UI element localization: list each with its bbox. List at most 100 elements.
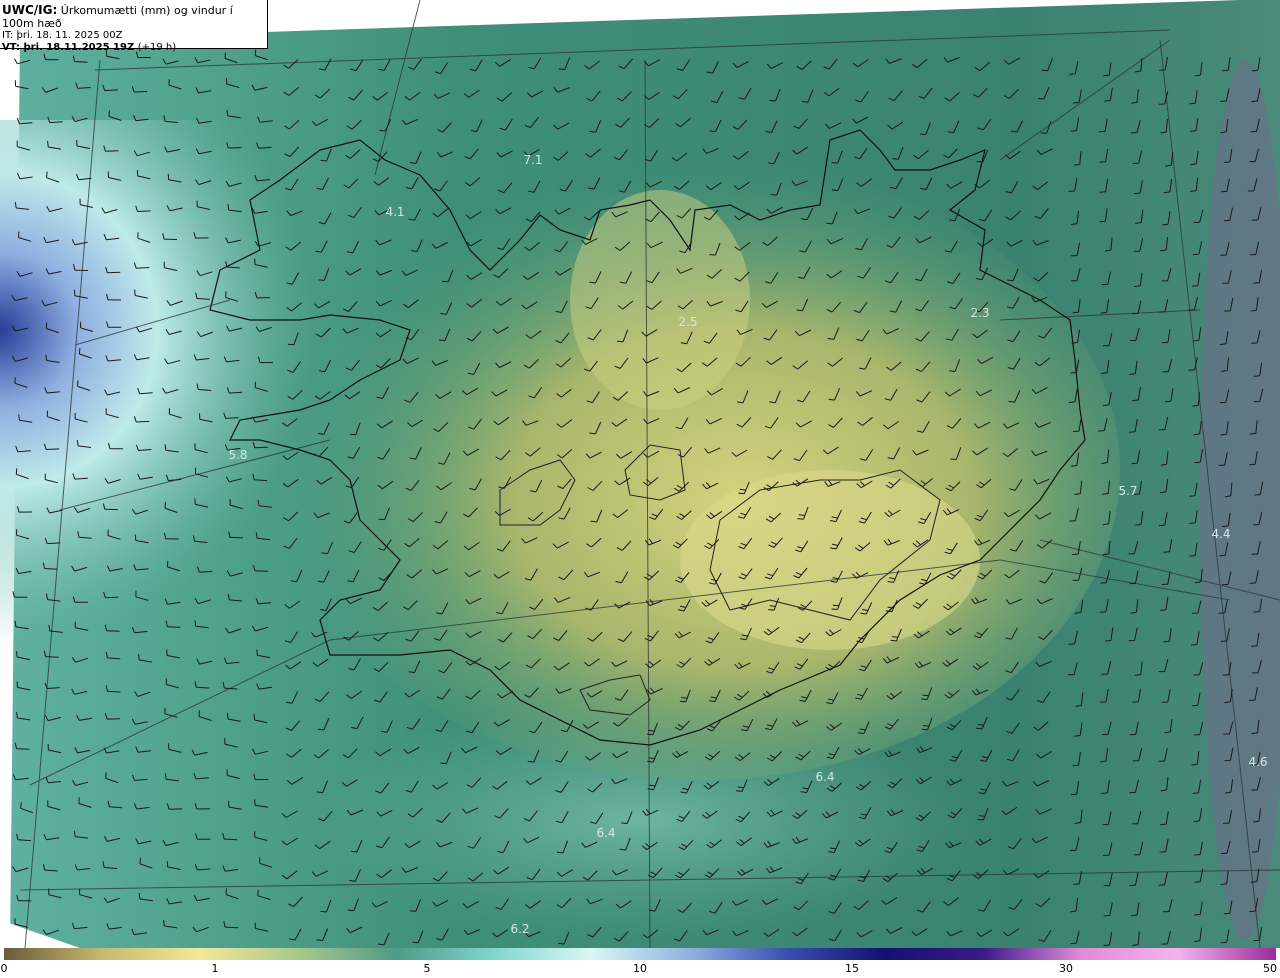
wind-barb-feather [1099,191,1106,193]
wind-barb-feather [1158,524,1165,527]
wind-barb-feather [1101,792,1108,794]
wind-barb-feather [1251,69,1259,72]
wind-barb-feather [349,433,356,436]
wind-barb [46,448,60,450]
wind-barb-feather [226,712,229,720]
wind-barb-feather [1163,191,1170,194]
wind-barb-feather [1194,461,1201,464]
wind-barb-feather [1134,192,1141,195]
wind-barb-feather [1129,582,1136,585]
wind-barb-feather [1248,699,1256,701]
colorbar-tick: 0 [0,962,8,975]
wind-barb-feather [1163,640,1170,643]
wind-barb-feather [254,799,256,806]
wind-barb-feather [831,162,838,164]
wind-barb-feather [1249,463,1256,466]
wind-barb-feather [1164,400,1171,403]
valid-time: þri. 18.11.2025 19Z [23,42,135,53]
wind-barb-feather [442,280,449,283]
wind-barb-feather [1073,102,1080,104]
wind-barb-feather [287,343,294,346]
precip-value-label: 4.4 [1211,527,1231,541]
wind-barb [106,630,120,632]
wind-barb-feather [1100,311,1107,314]
map-title-box: UWC/IG: Úrkomumætti (mm) og vindur í 100… [0,0,268,53]
wind-barb-feather [1072,430,1080,433]
wind-barb-feather [320,159,327,162]
wind-barb [254,446,268,449]
wind-barb [225,926,239,929]
wind-barb-feather [1191,704,1198,707]
wind-barb [105,150,119,152]
wind-barb-feather [1104,639,1112,642]
wind-barb-feather [950,458,957,460]
wind-barb-feather [621,822,628,825]
wind-barb-feather [1253,939,1260,942]
wind-barb-feather [256,649,258,656]
wind-barb-feather [1070,130,1077,132]
wind-barb-feather [1070,372,1077,374]
colorbar-tick: 15 [845,962,859,975]
wind-barb-feather [1159,609,1166,611]
wind-barb-feather [1193,820,1200,822]
wind-barb-feather [617,340,624,343]
wind-barb-feather [18,414,20,421]
lead-time: (+19 h) [137,42,177,53]
wind-barb-feather [1191,285,1198,287]
wind-barb-feather [919,133,926,136]
wind-barb-feather [347,909,354,912]
wind-barb-feather [163,919,165,926]
wind-barb-feather [890,639,897,642]
precipitation-wind-map [0,0,1280,948]
wind-barb-feather [831,608,838,610]
wind-barb-feather [46,171,48,178]
wind-barb-feather [769,99,776,102]
wind-barb-feather [1194,881,1201,883]
wind-barb-feather [1040,132,1047,134]
wind-barb-feather [1099,220,1106,223]
wind-barb-feather [978,815,985,817]
wind-barb-feather [892,158,899,160]
wind-barb-feather [1189,130,1197,132]
wind-barb [224,838,238,841]
map-area: 7.1 4.1 2.3 2.5 5.7 4.4 4.6 6.4 6.4 6.2 … [0,0,1280,948]
wind-barb-feather [921,728,928,731]
wind-barb-feather [977,818,984,821]
wind-barb-feather [320,910,327,913]
wind-barb-feather [921,698,928,700]
wind-barb-feather [1223,912,1230,915]
precip-value-label: 4.1 [385,205,405,219]
wind-barb-feather [1189,495,1196,497]
wind-barb [45,656,59,658]
wind-barb-feather [1190,644,1198,646]
wind-barb-feather [440,762,447,765]
wind-barb [44,568,58,570]
wind-barb-feather [769,605,776,607]
wind-barb-feather [798,514,805,516]
precip-value-label: 2.3 [970,306,990,320]
wind-barb-feather [737,401,744,404]
wind-barb-feather [1129,431,1136,433]
wind-barb-feather [1163,551,1170,553]
wind-barb-feather [556,851,564,854]
wind-barb [104,89,118,92]
precip-value-label: 6.2 [510,922,530,936]
wind-barb-feather [1102,404,1109,406]
wind-barb-feather [1159,491,1166,494]
wind-barb-feather [1068,401,1075,403]
wind-barb-feather [619,848,626,851]
wind-barb-feather [1132,399,1139,402]
wind-barb-feather [832,604,839,607]
wind-barb-feather [976,160,983,163]
wind-barb [137,210,151,212]
wind-barb-feather [1251,645,1258,647]
wind-barb-feather [801,101,808,103]
wind-barb-feather [1103,944,1110,946]
wind-barb-feather [922,694,929,697]
precip-value-label: 6.4 [815,770,835,784]
wind-barb-feather [797,518,804,520]
wind-barb-feather [891,636,898,638]
wind-barb-feather [826,222,833,225]
wind-barb-feather [648,729,655,732]
valid-time-line: VT: þri. 18.11.2025 19Z (+19 h) [2,42,267,54]
